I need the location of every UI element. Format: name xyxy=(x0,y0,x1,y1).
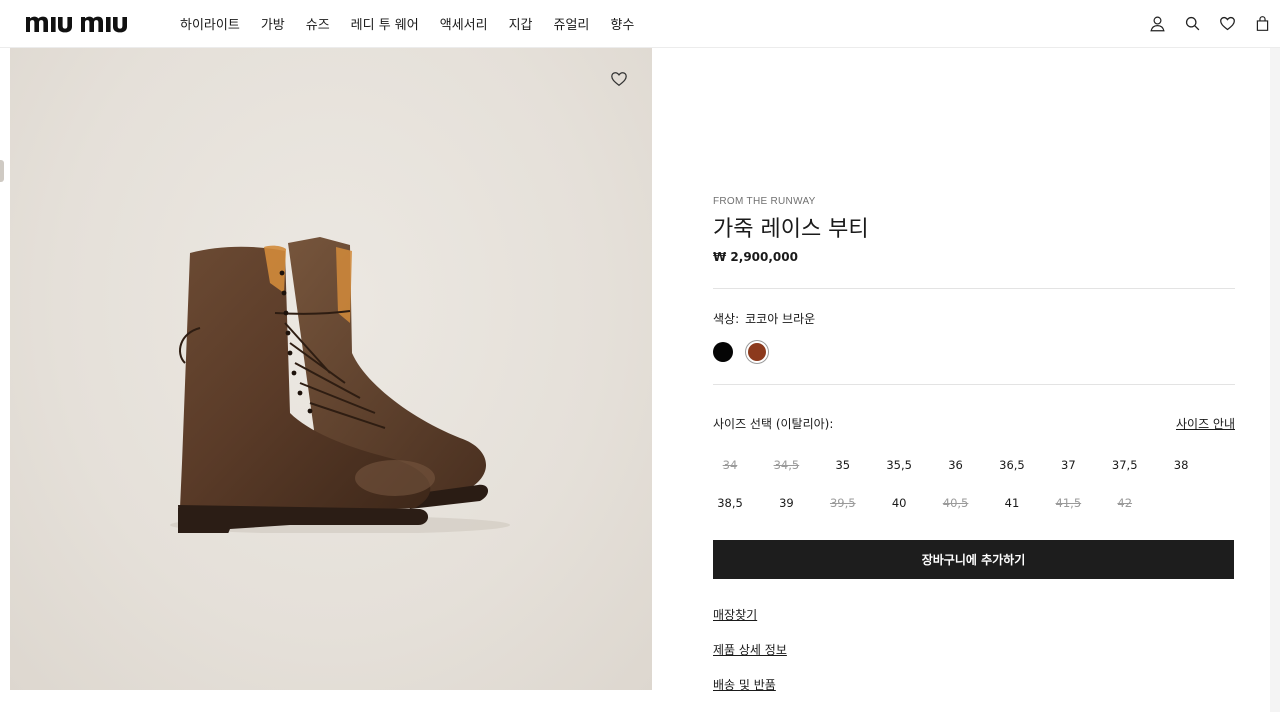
size-option[interactable]: 42 xyxy=(1107,496,1143,510)
size-option[interactable]: 40,5 xyxy=(938,496,974,510)
page-scrollbar[interactable] xyxy=(1270,48,1280,712)
size-option[interactable]: 37,5 xyxy=(1107,458,1143,472)
size-guide-link[interactable]: 사이즈 안내 xyxy=(1176,415,1235,432)
size-option[interactable]: 35,5 xyxy=(881,458,917,472)
color-selection: 색상: 코코아 브라운 xyxy=(713,310,815,327)
size-option[interactable]: 40 xyxy=(881,496,917,510)
miu-miu-logo[interactable] xyxy=(26,11,158,35)
size-option[interactable]: 39,5 xyxy=(825,496,861,510)
color-value: 코코아 브라운 xyxy=(745,312,816,326)
size-grid: 34 34,5 35 35,5 36 36,5 37 37,5 38 38,5 39 39,5 40 40… xyxy=(712,458,1188,510)
collection-label: FROM THE RUNWAY xyxy=(713,196,816,207)
size-option[interactable]: 41 xyxy=(994,496,1030,510)
product-price: ₩ 2,900,000 xyxy=(713,250,798,264)
nav-item-jewelry[interactable]: 쥬얼리 xyxy=(554,14,590,33)
product-details-link[interactable]: 제품 상세 정보 xyxy=(713,641,787,658)
wishlist-icon[interactable] xyxy=(1210,0,1245,46)
swatch-black[interactable] xyxy=(713,342,733,362)
divider xyxy=(713,384,1235,385)
main-nav: 하이라이트 가방 슈즈 레디 투 웨어 액세서리 지갑 쥬얼리 향수 xyxy=(180,0,634,46)
size-option[interactable]: 39 xyxy=(768,496,804,510)
nav-item-shoes[interactable]: 슈즈 xyxy=(306,14,330,33)
bag-icon[interactable] xyxy=(1245,0,1280,46)
account-icon[interactable] xyxy=(1140,0,1175,46)
heart-icon xyxy=(611,72,627,87)
shipping-returns-link[interactable]: 배송 및 반품 xyxy=(713,676,776,693)
nav-item-highlights[interactable]: 하이라이트 xyxy=(180,14,240,33)
boots-photo xyxy=(170,237,510,533)
size-option[interactable]: 38 xyxy=(1163,458,1199,472)
size-header: 사이즈 선택 (이탈리아): 사이즈 안내 xyxy=(713,415,1235,432)
nav-item-ready-to-wear[interactable]: 레디 투 웨어 xyxy=(351,14,419,33)
size-option[interactable]: 36,5 xyxy=(994,458,1030,472)
search-icon[interactable] xyxy=(1175,0,1210,46)
nav-item-accessories[interactable]: 액세서리 xyxy=(440,14,488,33)
nav-item-wallets[interactable]: 지갑 xyxy=(509,14,533,33)
nav-item-bags[interactable]: 가방 xyxy=(261,14,285,33)
size-option[interactable]: 35 xyxy=(825,458,861,472)
site-header: 하이라이트 가방 슈즈 레디 투 웨어 액세서리 지갑 쥬얼리 향수 xyxy=(0,0,1280,48)
size-option[interactable]: 37 xyxy=(1050,458,1086,472)
size-option[interactable]: 34 xyxy=(712,458,748,472)
product-info: FROM THE RUNWAY 가죽 레이스 부티 ₩ 2,900,000 색상… xyxy=(713,196,1235,692)
product-wishlist-button[interactable] xyxy=(610,70,632,92)
product-title: 가죽 레이스 부티 xyxy=(713,217,869,242)
swatch-cocoa-brown[interactable] xyxy=(748,343,766,361)
header-icons xyxy=(1140,0,1280,46)
add-to-cart-button[interactable]: 장바구니에 추가하기 xyxy=(713,540,1234,579)
divider xyxy=(713,288,1235,289)
color-swatches xyxy=(713,342,766,362)
product-image[interactable] xyxy=(10,48,652,690)
size-option[interactable]: 34,5 xyxy=(768,458,804,472)
size-label: 사이즈 선택 (이탈리아): xyxy=(713,417,834,431)
color-label: 색상: xyxy=(713,312,740,326)
gallery-edge-handle[interactable] xyxy=(0,160,4,182)
size-option[interactable]: 36 xyxy=(938,458,974,472)
store-locator-link[interactable]: 매장찾기 xyxy=(713,606,757,623)
size-option[interactable]: 41,5 xyxy=(1050,496,1086,510)
size-option[interactable]: 38,5 xyxy=(712,496,748,510)
nav-item-fragrance[interactable]: 향수 xyxy=(610,14,634,33)
